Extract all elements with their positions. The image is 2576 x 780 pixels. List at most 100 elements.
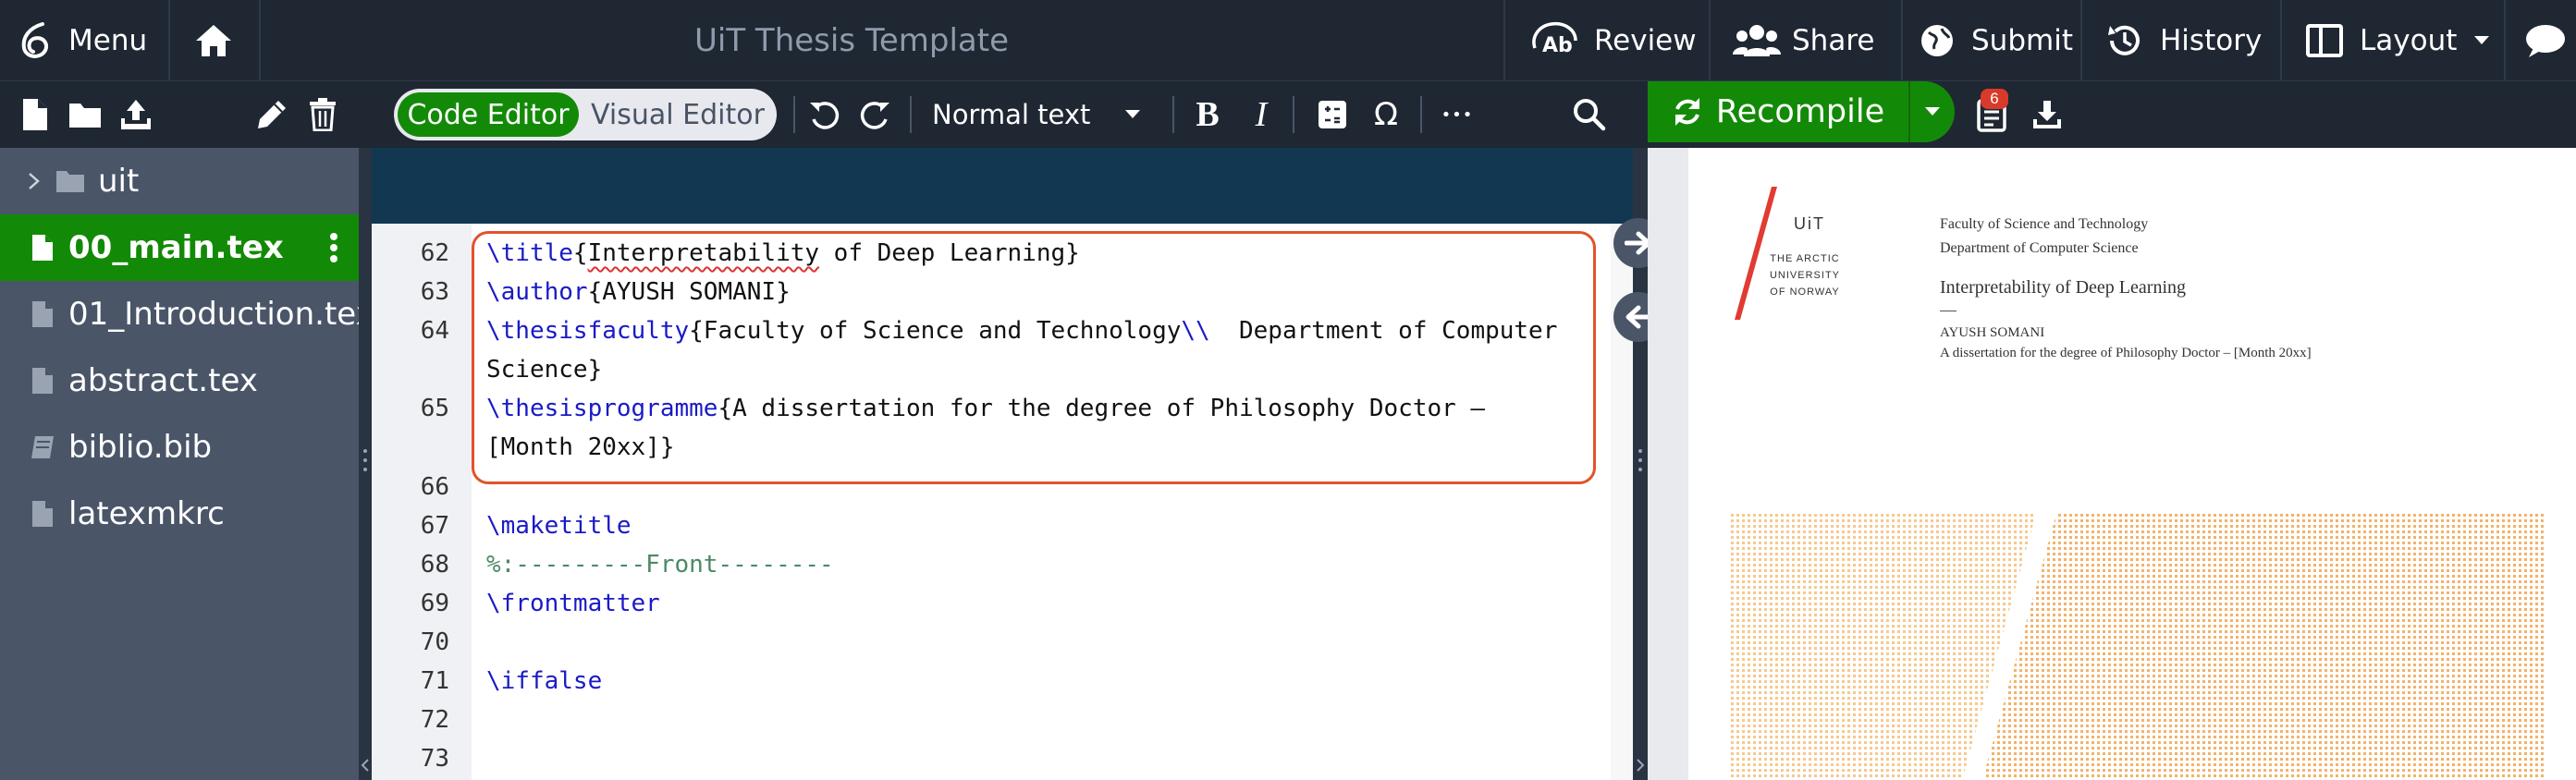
logs-count-badge: 6 [1981,89,2008,109]
home-button[interactable] [170,0,257,81]
file-label: abstract.tex [68,362,258,399]
code-editor-button[interactable]: Code Editor [398,92,579,137]
file-icon [32,368,53,394]
refresh-icon [1674,98,1699,126]
pdf-title: Interpretability of Deep Learning [1940,277,2186,298]
file-icon [32,235,53,261]
rename-button[interactable] [253,96,290,133]
collapse-right-icon[interactable] [1636,758,1645,773]
code-line-69[interactable]: \frontmatter [486,590,660,617]
history-icon [2108,25,2140,55]
pencil-icon [258,101,286,128]
delete-button[interactable] [305,96,340,133]
more-options-button[interactable]: ••• [1435,92,1479,137]
file-00-main-tex[interactable]: 00_main.tex [0,214,359,281]
insert-symbol-button[interactable]: Ω [1367,92,1405,137]
kebab-menu-icon[interactable] [329,232,338,263]
book-icon [31,436,54,458]
file-tree: uit 00_main.tex 01_Introduction.tex abst… [0,148,374,780]
italic-button[interactable]: I [1243,92,1280,137]
code-line-71[interactable]: \iffalse [486,667,602,695]
overleaf-logo-icon [21,22,49,58]
review-button[interactable]: Ab Review [1529,0,1697,81]
line-number: 72 [420,706,449,734]
math-icon [1319,101,1346,128]
line-number: 69 [420,590,449,617]
download-pdf-button[interactable] [2029,94,2066,135]
file-latexmkrc[interactable]: latexmkrc [0,481,359,547]
file-biblio-bib[interactable]: biblio.bib [0,414,359,481]
trash-icon [310,98,336,131]
upload-button[interactable] [117,96,155,133]
pdf-department: Department of Computer Science [1940,240,2139,256]
pdf-faculty: Faculty of Science and Technology [1940,216,2149,232]
chevron-down-icon [2474,36,2490,44]
code-line-67[interactable]: \maketitle [486,512,632,540]
line-number: 65 [420,395,449,422]
redo-button[interactable] [856,94,895,135]
file-icon [32,301,53,327]
line-number: 64 [420,317,449,345]
search-icon [1574,99,1606,131]
pdf-author: AYUSH SOMANI [1940,325,2045,340]
chat-button[interactable] [2519,0,2570,81]
bold-button[interactable]: B [1189,92,1226,137]
file-01-introduction-tex[interactable]: 01_Introduction.tex [0,281,374,347]
recompile-button[interactable]: Recompile [1648,81,1908,142]
line-number: 68 [420,551,449,579]
review-label: Review [1594,24,1697,57]
new-folder-icon [69,104,101,128]
editor-banner [372,148,1633,224]
menu-button[interactable]: Menu [17,0,148,81]
upload-icon [121,100,151,129]
file-abstract-tex[interactable]: abstract.tex [0,347,359,414]
home-icon [196,25,231,56]
search-button[interactable] [1570,94,1609,135]
file-icon [32,501,53,527]
cover-pattern [1731,514,2545,780]
line-number: 70 [420,628,449,656]
file-label: biblio.bib [68,429,213,466]
new-file-button[interactable] [18,96,52,133]
undo-icon [810,102,840,129]
collapse-left-icon[interactable] [361,758,370,773]
layout-icon [2306,24,2343,57]
selection-highlight [472,231,1596,484]
sidebar-resize-handle[interactable] [359,148,372,780]
layout-dropdown[interactable]: Layout [2306,0,2490,81]
logo-subtitle-1: THE ARCTIC [1770,253,1840,264]
line-number: 66 [420,473,449,501]
submit-label: Submit [1971,24,2073,57]
share-button[interactable]: Share [1733,0,1881,81]
line-number: 71 [420,667,449,695]
text-style-dropdown[interactable]: Normal text [932,92,1154,137]
pdf-programme: A dissertation for the degree of Philoso… [1940,346,2312,360]
line-number: 63 [420,278,449,306]
insert-math-button[interactable] [1313,96,1352,133]
line-number-gutter [372,224,472,780]
submit-button[interactable]: Submit [1920,0,2077,81]
text-style-value: Normal text [932,99,1091,130]
layout-label: Layout [2360,24,2458,57]
review-icon: Ab [1532,21,1577,57]
share-users-icon [1733,25,1781,56]
globe-icon [1921,25,1953,56]
folder-uit[interactable]: uit [0,148,359,214]
code-line-68[interactable]: %:---------Front-------- [486,551,834,579]
menu-label: Menu [68,24,148,57]
redo-icon [860,102,889,129]
history-button[interactable]: History [2106,0,2269,81]
visual-editor-button[interactable]: Visual Editor [583,92,773,137]
new-folder-button[interactable] [67,96,104,133]
file-label: 01_Introduction.tex [68,296,374,333]
chevron-down-icon [1125,110,1140,118]
project-title[interactable]: UiT Thesis Template [259,0,1444,81]
logo-mark: UiT [1794,214,1825,233]
svg-text:Ab: Ab [1542,34,1573,57]
chat-icon [2526,25,2565,57]
logo-subtitle-3: OF NORWAY [1770,286,1840,298]
logo-subtitle-2: UNIVERSITY [1769,270,1840,281]
new-file-icon [23,99,47,130]
file-label: latexmkrc [68,495,225,532]
undo-button[interactable] [804,94,843,135]
